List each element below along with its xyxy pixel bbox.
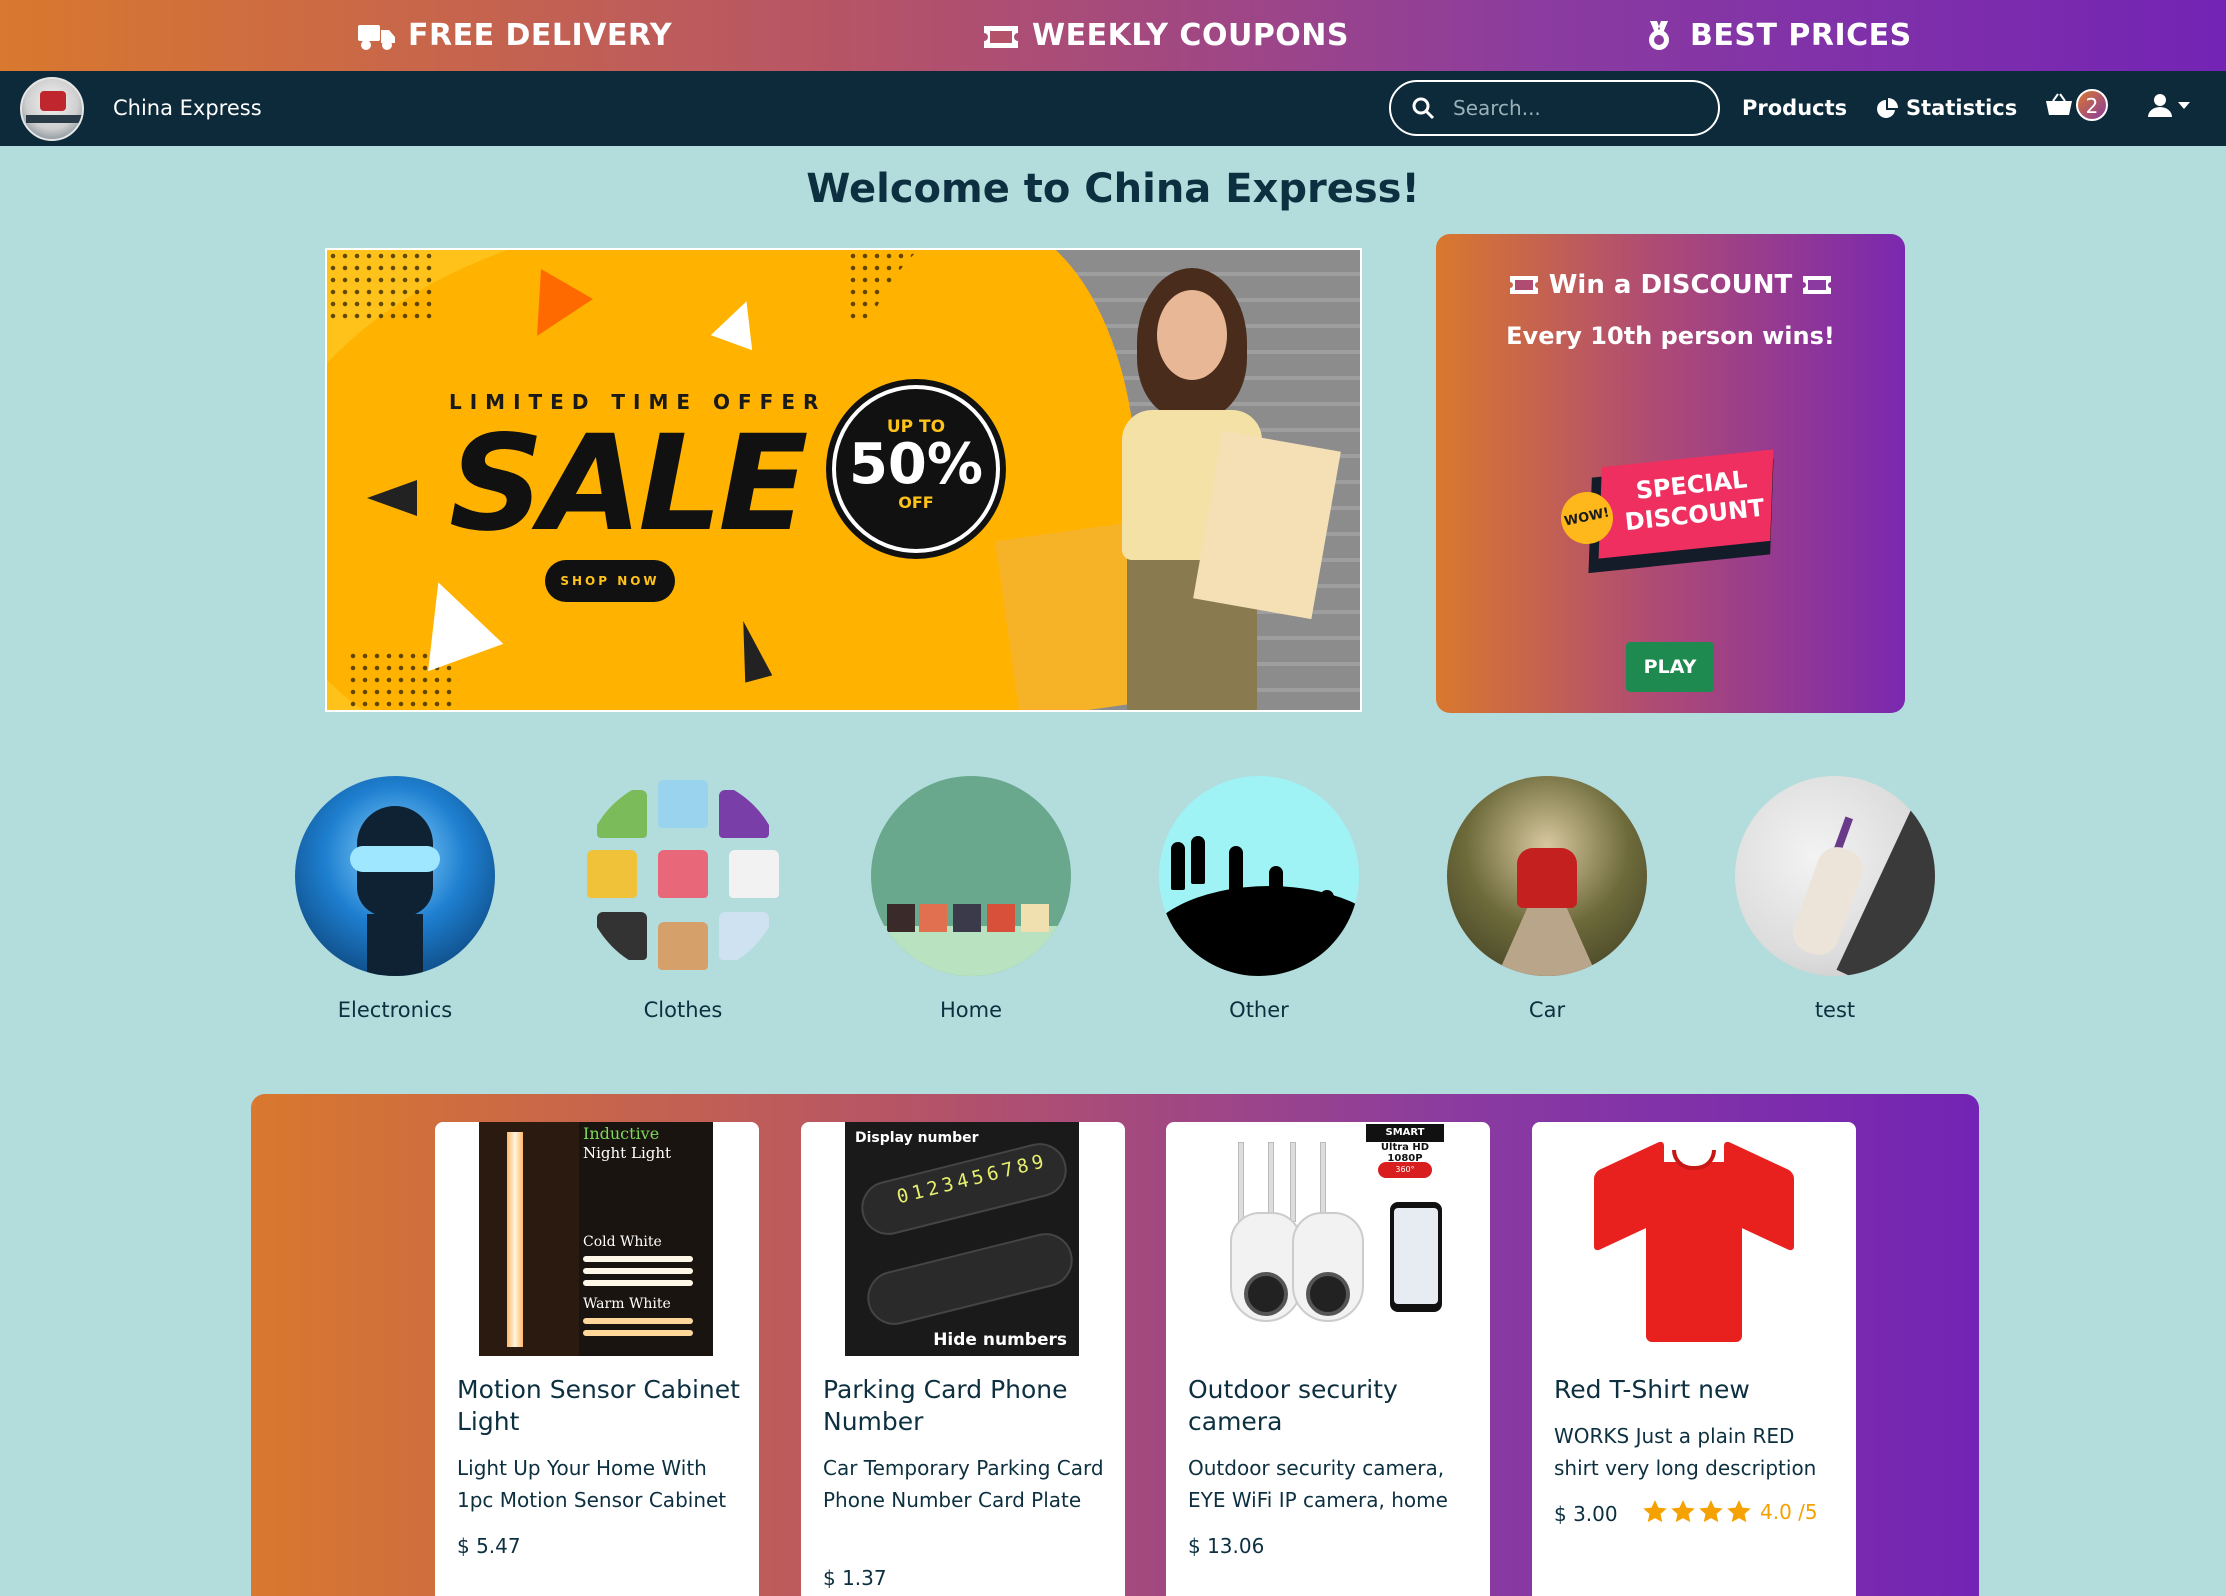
promo-weekly-coupons: WEEKLY COUPONS <box>982 0 1349 71</box>
product-rating: 4.0 /5 <box>1642 1499 1818 1525</box>
category-image[interactable] <box>1159 776 1359 976</box>
category-label[interactable]: Clothes <box>583 998 783 1022</box>
product-price: $ 3.00 <box>1554 1502 1618 1526</box>
product-title[interactable]: Parking Card Phone Number <box>823 1374 1113 1438</box>
category-label[interactable]: test <box>1735 998 1935 1022</box>
category-clothes[interactable]: Clothes <box>583 776 783 1022</box>
category-image[interactable] <box>1735 776 1935 976</box>
shop-now-button[interactable]: SHOP NOW <box>545 560 675 602</box>
truck-icon <box>358 24 395 50</box>
play-button[interactable]: PLAY <box>1626 642 1714 692</box>
basket-icon <box>2046 93 2072 115</box>
medal-icon <box>1649 20 1669 50</box>
promo-label: BEST PRICES <box>1690 18 1912 53</box>
special-discount-sticker: SPECIAL DISCOUNT WOW! <box>1556 449 1785 574</box>
cart-count-badge: 2 <box>2076 89 2108 121</box>
product-image[interactable]: 0123456789 Display number Hide numbers <box>845 1122 1079 1356</box>
banner-headline: SALE <box>449 407 809 561</box>
product-description: Car Temporary Parking Card Phone Number … <box>823 1456 1104 1512</box>
pie-chart-icon <box>1877 97 1898 118</box>
discount-card: Win a DISCOUNT Every 10th person wins! S… <box>1436 234 1905 713</box>
nav-statistics-label: Statistics <box>1906 96 2018 120</box>
category-image[interactable] <box>583 776 783 976</box>
product-price: $ 1.37 <box>823 1566 887 1590</box>
nav-products-link[interactable]: Products <box>1742 71 1847 146</box>
category-label[interactable]: Electronics <box>295 998 495 1022</box>
logo-mark <box>40 91 66 111</box>
product-image[interactable]: Inductive Night Light Cold White Warm Wh… <box>479 1122 713 1356</box>
promo-strip: FREE DELIVERY WEEKLY COUPONS BEST PRICES <box>0 0 2226 71</box>
discount-title-text: Win a DISCOUNT <box>1548 270 1793 300</box>
product-title[interactable]: Outdoor security camera <box>1188 1374 1478 1438</box>
promo-label: WEEKLY COUPONS <box>1032 18 1350 53</box>
nav-statistics-link[interactable]: Statistics <box>1876 71 2017 146</box>
product-description: WORKS Just a plain RED shirt very long d… <box>1554 1424 1817 1480</box>
category-home[interactable]: Home <box>871 776 1071 1022</box>
search-box[interactable] <box>1389 80 1720 136</box>
product-description: Light Up Your Home With 1pc Motion Senso… <box>457 1456 727 1512</box>
product-card[interactable]: SMART CAMERA Ultra HD 1080P 360° Panoram… <box>1166 1122 1490 1596</box>
category-car[interactable]: Car <box>1447 776 1647 1022</box>
product-description: Outdoor security camera, EYE WiFi IP cam… <box>1188 1456 1448 1512</box>
discount-title: Win a DISCOUNT <box>1436 270 1905 300</box>
navbar: China Express Products Statistics 2 <box>0 71 2226 146</box>
promo-free-delivery: FREE DELIVERY <box>358 0 672 71</box>
discount-subtitle: Every 10th person wins! <box>1506 322 1835 350</box>
brand-name[interactable]: China Express <box>113 71 262 146</box>
product-image[interactable]: SMART CAMERA Ultra HD 1080P 360° Panoram… <box>1210 1122 1444 1356</box>
user-icon <box>2148 94 2172 117</box>
product-price: $ 13.06 <box>1188 1534 1265 1558</box>
product-title[interactable]: Red T-Shirt new <box>1554 1374 1844 1406</box>
ticket-icon <box>1509 276 1538 294</box>
promo-label: FREE DELIVERY <box>408 18 673 53</box>
product-price: $ 5.47 <box>457 1534 521 1558</box>
sale-banner[interactable]: LIMITED TIME OFFER SALE SHOP NOW UP TO 5… <box>325 248 1362 712</box>
category-image[interactable] <box>871 776 1071 976</box>
category-label[interactable]: Car <box>1447 998 1647 1022</box>
logo-band <box>26 115 82 123</box>
product-title[interactable]: Motion Sensor Cabinet Light <box>457 1374 747 1438</box>
ticket-icon <box>1803 276 1832 294</box>
category-other[interactable]: Other <box>1159 776 1359 1022</box>
star-icon <box>1643 1500 1667 1523</box>
category-label[interactable]: Other <box>1159 998 1359 1022</box>
star-icon <box>1727 1500 1751 1523</box>
search-input[interactable] <box>1453 96 1693 120</box>
product-card[interactable]: Inductive Night Light Cold White Warm Wh… <box>435 1122 759 1596</box>
badge-percent: 50% <box>848 432 984 497</box>
search-icon <box>1412 97 1435 120</box>
brand-logo[interactable] <box>20 77 84 141</box>
product-card[interactable]: 0123456789 Display number Hide numbers P… <box>801 1122 1125 1596</box>
category-test[interactable]: test <box>1735 776 1935 1022</box>
category-image[interactable] <box>295 776 495 976</box>
user-menu-toggle[interactable] <box>2148 93 2190 117</box>
rating-text: 4.0 /5 <box>1760 1500 1818 1524</box>
chevron-down-icon <box>2178 101 2190 109</box>
discount-badge: UP TO 50% OFF <box>832 385 1000 553</box>
products-section: Inductive Night Light Cold White Warm Wh… <box>251 1094 1979 1596</box>
category-electronics[interactable]: Electronics <box>295 776 495 1022</box>
star-icon <box>1671 1500 1695 1523</box>
promo-best-prices: BEST PRICES <box>1640 0 1912 71</box>
product-image[interactable] <box>1576 1122 1810 1356</box>
product-card[interactable]: Red T-Shirt new WORKS Just a plain RED s… <box>1532 1122 1856 1596</box>
star-icon <box>1699 1500 1723 1523</box>
category-image[interactable] <box>1447 776 1647 976</box>
category-label[interactable]: Home <box>871 998 1071 1022</box>
nav-products-label: Products <box>1742 96 1848 120</box>
page-title: Welcome to China Express! <box>806 166 1420 212</box>
ticket-icon <box>984 25 1018 48</box>
cart-button[interactable]: 2 <box>2046 89 2108 121</box>
